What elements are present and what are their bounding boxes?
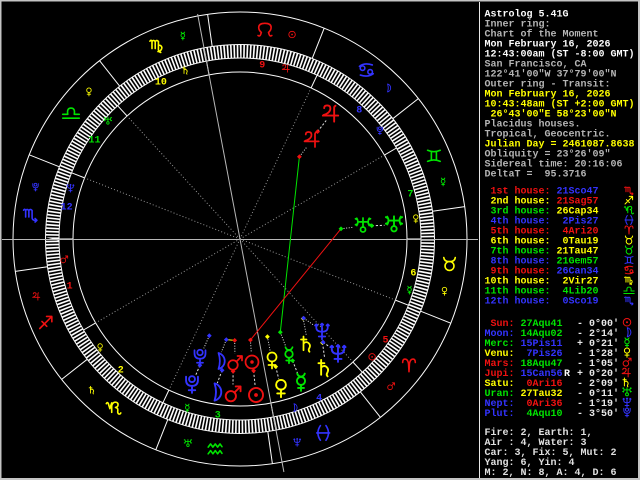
svg-text:DeltaT = 95.3716: DeltaT = 95.3716 <box>485 169 587 181</box>
svg-text:5: 5 <box>382 335 388 346</box>
svg-text:12: 12 <box>61 203 73 214</box>
svg-text:3: 3 <box>215 411 221 422</box>
svg-text:4: 4 <box>316 393 322 404</box>
svg-text:7: 7 <box>407 190 413 201</box>
svg-text:1: 1 <box>67 281 73 292</box>
svg-text:Plut:: Plut: <box>485 408 515 420</box>
svg-text:12th house:: 12th house: <box>485 296 551 308</box>
svg-text:6: 6 <box>410 268 416 279</box>
svg-text:4Aqu10: 4Aqu10 <box>521 409 563 420</box>
svg-text:11: 11 <box>88 136 100 147</box>
svg-text:0Sco19: 0Sco19 <box>557 297 599 308</box>
svg-text:- 3°50': - 3°50' <box>577 408 619 420</box>
svg-text:9: 9 <box>259 60 265 71</box>
svg-text:M: 2, N: 8, A: 4, D: 6: M: 2, N: 8, A: 4, D: 6 <box>485 468 617 479</box>
svg-text:2: 2 <box>118 366 124 377</box>
svg-text:10: 10 <box>155 78 167 89</box>
svg-text:R: R <box>564 369 570 380</box>
svg-text:8: 8 <box>356 105 362 116</box>
